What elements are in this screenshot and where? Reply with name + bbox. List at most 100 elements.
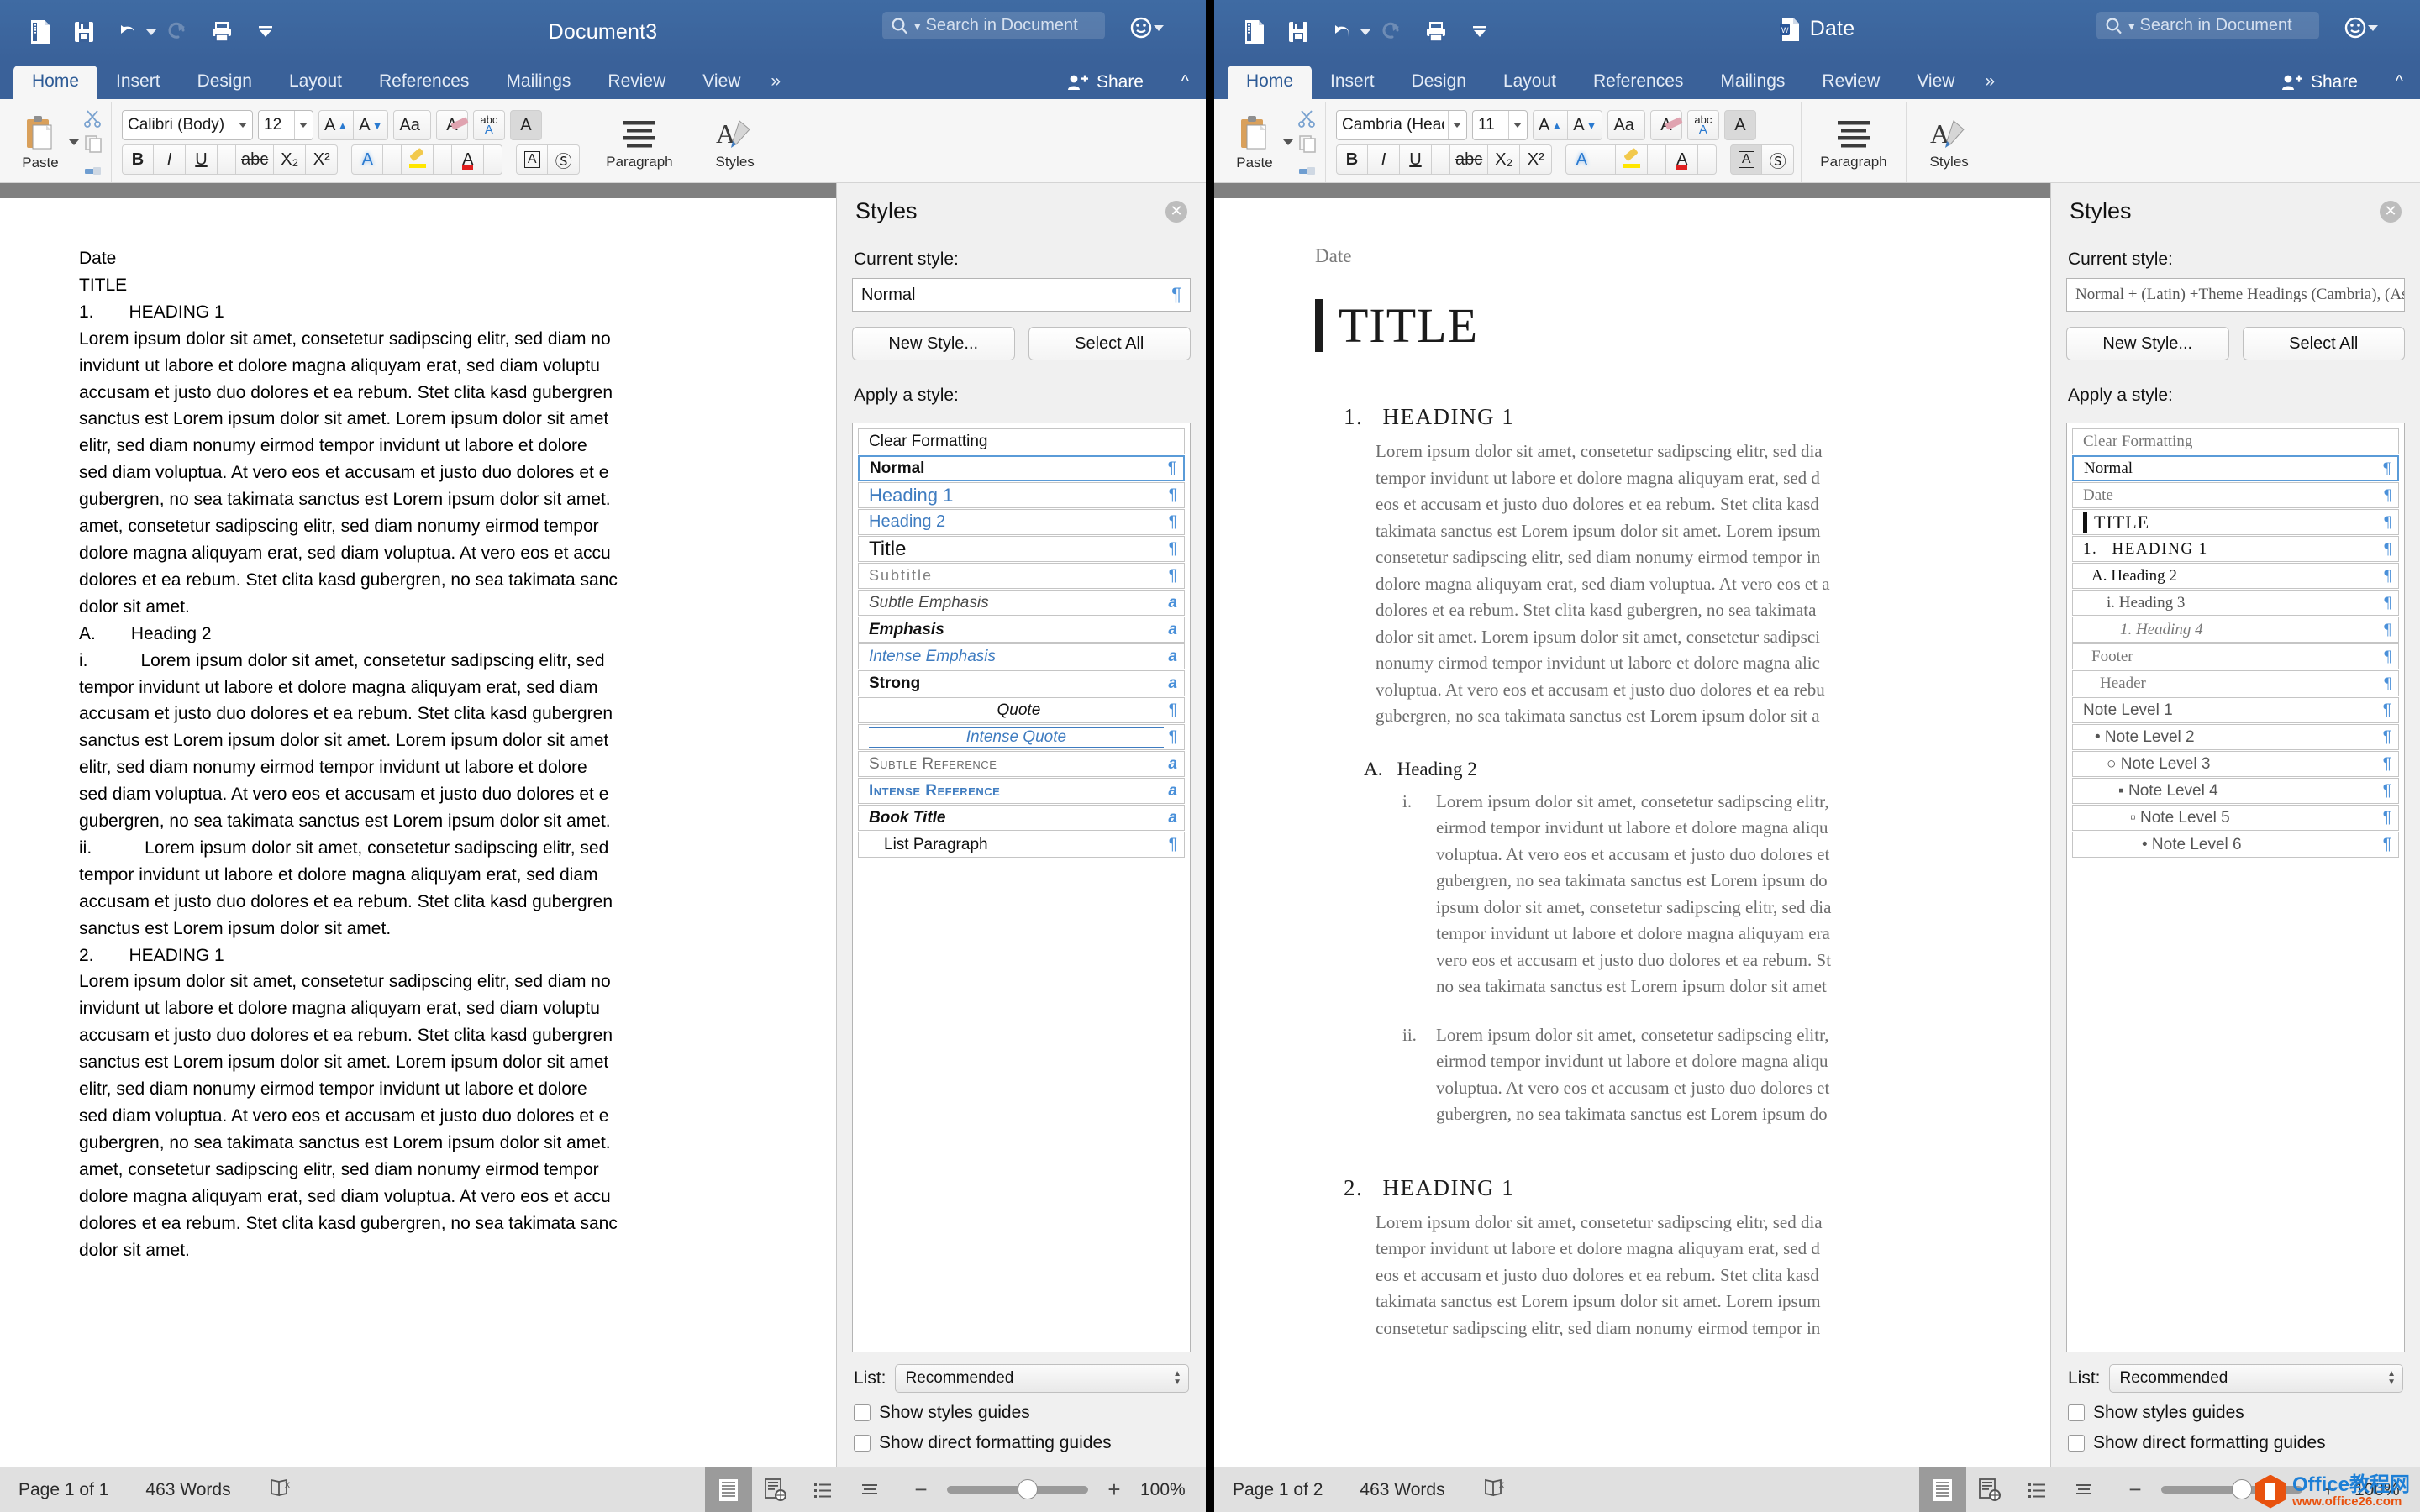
style-item-emphasis[interactable]: Emphasisa xyxy=(858,617,1185,643)
style-item-heading-4[interactable]: 1. Heading 4¶ xyxy=(2072,617,2399,643)
undo-icon[interactable] xyxy=(106,11,150,53)
show-direct-formatting-guides-checkbox-left[interactable] xyxy=(854,1435,871,1452)
zoom-slider-knob-right[interactable] xyxy=(2232,1479,2252,1499)
font-size-input-left[interactable]: 12 xyxy=(258,110,313,140)
print-layout-view-icon[interactable] xyxy=(705,1467,752,1512)
feedback-menu-right[interactable] xyxy=(2343,15,2378,40)
show-styles-guides-checkbox-right[interactable] xyxy=(2068,1404,2085,1421)
zoom-in-button-left[interactable]: + xyxy=(1105,1477,1123,1503)
copy-icon[interactable] xyxy=(82,134,104,154)
style-item-strong[interactable]: Stronga xyxy=(858,670,1185,696)
paste-button-right[interactable]: Paste xyxy=(1226,114,1283,171)
web-layout-view-icon[interactable] xyxy=(1966,1467,2013,1512)
style-item-normal[interactable]: Normal¶ xyxy=(2072,455,2399,481)
show-styles-guides-row-left[interactable]: Show styles guides xyxy=(854,1403,1189,1423)
share-button-left[interactable]: Share xyxy=(1067,72,1144,92)
tab-design-right[interactable]: Design xyxy=(1393,66,1485,99)
zoom-slider-left[interactable] xyxy=(947,1486,1088,1494)
more-tabs-icon-left[interactable]: » xyxy=(759,66,791,99)
font-color-dropdown-left[interactable] xyxy=(484,144,502,175)
document-text-right[interactable]: Date TITLE 1. HEADING 1 Lorem ipsum dolo… xyxy=(1214,198,2050,1341)
highlight-dropdown-left[interactable] xyxy=(434,144,452,175)
style-item-footer[interactable]: Footer¶ xyxy=(2072,643,2399,669)
style-item-date[interactable]: Date¶ xyxy=(2072,482,2399,508)
superscript-button-right[interactable]: X² xyxy=(1520,144,1552,175)
zoom-value-left[interactable]: 100% xyxy=(1140,1480,1187,1500)
redo-icon[interactable] xyxy=(1370,11,1414,53)
save-icon[interactable] xyxy=(1276,11,1320,53)
underline-dropdown-right[interactable] xyxy=(1432,144,1450,175)
underline-dropdown-left[interactable] xyxy=(218,144,236,175)
character-border-button-left[interactable]: A xyxy=(516,144,548,175)
tab-references-left[interactable]: References xyxy=(360,66,487,99)
search-scope-caret-icon[interactable]: ▾ xyxy=(2128,18,2135,34)
zoom-out-button-left[interactable]: − xyxy=(912,1477,930,1503)
zoom-out-button-right[interactable]: − xyxy=(2126,1477,2144,1503)
text-highlight-abc-button-left[interactable]: abcA xyxy=(473,110,505,140)
tab-insert-left[interactable]: Insert xyxy=(97,66,179,99)
style-item-subtle-reference[interactable]: Subtle Referencea xyxy=(858,751,1185,777)
tab-layout-left[interactable]: Layout xyxy=(271,66,360,99)
strikethrough-button-left[interactable]: abc xyxy=(236,144,274,175)
style-item-note-level-1[interactable]: Note Level 1¶ xyxy=(2072,697,2399,723)
new-style-button-left[interactable]: New Style... xyxy=(852,327,1015,360)
style-item-subtle-emphasis[interactable]: Subtle Emphasisa xyxy=(858,590,1185,616)
zoom-in-button-right[interactable]: + xyxy=(2319,1477,2338,1503)
styles-list-left[interactable]: Clear Formatting Normal¶ Heading 1¶ Head… xyxy=(852,423,1191,1352)
list-select-left[interactable]: Recommended ▲▼ xyxy=(895,1364,1189,1393)
character-shading-button-right[interactable]: Ⓢ xyxy=(1762,144,1794,175)
zoom-slider-knob-left[interactable] xyxy=(1018,1479,1038,1499)
font-name-caret-icon-left[interactable] xyxy=(239,123,247,128)
tab-references-right[interactable]: References xyxy=(1575,66,1702,99)
grow-font-button-left[interactable]: A▲ xyxy=(318,110,354,140)
style-item-list-paragraph[interactable]: List Paragraph¶ xyxy=(858,832,1185,858)
tab-home-right[interactable]: Home xyxy=(1228,66,1312,99)
font-name-input-left[interactable]: Calibri (Body) xyxy=(122,110,253,140)
style-item-heading-1[interactable]: Heading 1¶ xyxy=(858,482,1185,508)
style-item-heading-2[interactable]: Heading 2¶ xyxy=(858,509,1185,535)
styles-group-left[interactable]: A Styles xyxy=(692,102,778,182)
feedback-menu-left[interactable] xyxy=(1128,15,1164,40)
underline-button-left[interactable]: U xyxy=(186,144,218,175)
subscript-button-right[interactable]: X₂ xyxy=(1488,144,1520,175)
style-item-normal[interactable]: Normal¶ xyxy=(858,455,1185,481)
style-item-book-title[interactable]: Book Titlea xyxy=(858,805,1185,831)
close-icon[interactable]: ✕ xyxy=(2380,201,2402,223)
toggle-sidebar-icon[interactable] xyxy=(1233,11,1276,53)
style-item-heading-1[interactable]: 1. HEADING 1¶ xyxy=(2072,536,2399,562)
font-color-button-left[interactable]: A xyxy=(452,144,484,175)
tab-review-left[interactable]: Review xyxy=(589,66,684,99)
customize-toolbar-icon[interactable] xyxy=(1458,11,1502,53)
paste-button-left[interactable]: Paste xyxy=(12,114,69,171)
stepper-icon[interactable]: ▲▼ xyxy=(1173,1371,1181,1386)
show-formatting-button-left[interactable]: A xyxy=(510,110,542,140)
paste-dropdown-icon-right[interactable] xyxy=(1283,139,1293,145)
customize-toolbar-icon[interactable] xyxy=(244,11,287,53)
print-layout-view-icon[interactable] xyxy=(1919,1467,1966,1512)
word-count-left[interactable]: 463 Words xyxy=(127,1480,249,1500)
shrink-font-button-left[interactable]: A▼ xyxy=(354,110,388,140)
style-item-note-level-6[interactable]: • Note Level 6¶ xyxy=(2072,832,2399,858)
search-scope-caret-icon[interactable]: ▾ xyxy=(914,18,921,34)
list-select-right[interactable]: Recommended ▲▼ xyxy=(2109,1364,2403,1393)
highlight-dropdown-right[interactable] xyxy=(1648,144,1666,175)
text-effects-dropdown-right[interactable] xyxy=(1597,144,1616,175)
style-item-note-level-5[interactable]: ▫ Note Level 5¶ xyxy=(2072,805,2399,831)
style-item-quote[interactable]: Quote¶ xyxy=(858,697,1185,723)
text-effects-dropdown-left[interactable] xyxy=(383,144,402,175)
style-item-heading-2[interactable]: A. Heading 2¶ xyxy=(2072,563,2399,589)
subscript-button-left[interactable]: X₂ xyxy=(274,144,306,175)
change-case-button-left[interactable]: Aa xyxy=(393,110,430,140)
font-size-input-right[interactable]: 11 xyxy=(1472,110,1528,140)
format-painter-icon[interactable] xyxy=(1297,159,1318,179)
style-item-note-level-2[interactable]: • Note Level 2¶ xyxy=(2072,724,2399,750)
show-direct-formatting-guides-row-left[interactable]: Show direct formatting guides xyxy=(854,1433,1189,1453)
grow-font-button-right[interactable]: A▲ xyxy=(1533,110,1568,140)
font-color-dropdown-right[interactable] xyxy=(1698,144,1717,175)
text-effects-button-left[interactable]: A xyxy=(351,144,383,175)
tab-mailings-right[interactable]: Mailings xyxy=(1702,66,1803,99)
font-color-button-right[interactable]: A xyxy=(1666,144,1698,175)
word-count-right[interactable]: 463 Words xyxy=(1341,1480,1463,1500)
style-item-heading-3[interactable]: i. Heading 3¶ xyxy=(2072,590,2399,616)
bold-button-left[interactable]: B xyxy=(122,144,154,175)
